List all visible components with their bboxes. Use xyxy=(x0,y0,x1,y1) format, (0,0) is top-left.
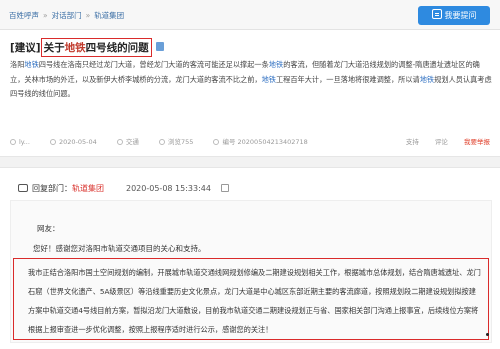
breadcrumb-separator: » xyxy=(43,11,48,20)
reply-answer: 我市正结合洛阳市国土空间规划的编制，开展城市轨道交通线网规划修编及二期建设规划相… xyxy=(13,258,489,340)
question-body: 洛阳地铁四号线在洛南只经过龙门大道，曾经龙门大道的客流可能还足以撑起一条地铁的客… xyxy=(10,58,492,102)
more-icon[interactable] xyxy=(220,184,229,192)
question-tag: [建议] xyxy=(10,42,41,54)
title-keyword: 地铁 xyxy=(64,42,86,54)
reply-dept[interactable]: 轨道集团 xyxy=(72,184,104,193)
question-meta: ly... 2020-05-04 交通 浏览755 编号 20200504213… xyxy=(10,136,490,150)
body-text: 洛阳 xyxy=(10,60,25,69)
meta-actions: 支持 评论 我要举报 xyxy=(392,136,490,146)
chat-icon xyxy=(18,184,28,192)
ask-question-label: 我要提问 xyxy=(444,11,477,20)
question-title-box: 关于地铁四号线的问题 xyxy=(40,38,152,57)
reply-header: 回复部门：轨道集团 2020-05-08 15:33:44 xyxy=(18,183,229,194)
reply-greeting: 网友： xyxy=(37,224,60,233)
pen-icon xyxy=(431,9,442,19)
body-keyword: 地铁 xyxy=(24,60,39,69)
bullet-dot xyxy=(486,333,489,336)
meta-number: 编号 20200504213402718 xyxy=(213,138,308,146)
reply-box: 网友： 您好！感谢您对洛阳市轨道交通项目的关心和支持。 我市正结合洛阳市国土空间… xyxy=(10,200,492,343)
breadcrumb-item-rail-group[interactable]: 轨道集团 xyxy=(94,11,124,20)
breadcrumb-separator: » xyxy=(85,11,91,20)
question-title: [建议] 关于地铁四号线的问题 xyxy=(10,38,164,57)
body-keyword: 地铁 xyxy=(268,60,284,69)
body-keyword: 地铁 xyxy=(261,74,276,84)
report-button[interactable]: 我要举报 xyxy=(464,138,490,146)
clock-icon xyxy=(50,139,57,145)
breadcrumb: 百姓呼声» 对话部门» 轨道集团 xyxy=(9,10,124,21)
comment-button[interactable]: 评论 xyxy=(435,138,448,146)
body-text: 四号线在洛南只经过龙门大道，曾经龙门大道的客流可能还足以撑起一条 xyxy=(38,60,269,69)
meta-views: 浏览755 xyxy=(158,138,193,146)
body-text: 工程百年大计，一旦落地将很难调整，所以请 xyxy=(275,74,420,84)
title-suffix: 四号线的问题 xyxy=(85,42,149,54)
user-icon xyxy=(10,139,16,145)
hash-icon xyxy=(213,139,220,145)
meta-category[interactable]: 交通 xyxy=(116,138,139,146)
meta-user[interactable]: ly... xyxy=(10,138,30,146)
ask-question-button[interactable]: 我要提问 xyxy=(418,6,490,25)
document-icon[interactable] xyxy=(155,42,164,51)
reply-label: 回复部门： xyxy=(32,184,72,193)
title-prefix: 关于 xyxy=(43,42,65,54)
eye-icon xyxy=(158,139,165,145)
breadcrumb-item-dept-dialog[interactable]: 对话部门 xyxy=(52,11,82,20)
body-keyword: 地铁 xyxy=(419,74,435,84)
reply-thanks: 您好！感谢您对洛阳市轨道交通项目的关心和支持。 xyxy=(33,244,206,253)
breadcrumb-item-public-voice[interactable]: 百姓呼声 xyxy=(9,11,39,20)
tag-icon xyxy=(116,139,123,145)
reply-time: 2020-05-08 15:33:44 xyxy=(126,184,211,193)
meta-date: 2020-05-04 xyxy=(50,138,97,146)
support-button[interactable]: 支持 xyxy=(406,138,419,146)
top-bar: 百姓呼声» 对话部门» 轨道集团 我要提问 xyxy=(0,0,500,30)
section-divider xyxy=(0,156,500,168)
